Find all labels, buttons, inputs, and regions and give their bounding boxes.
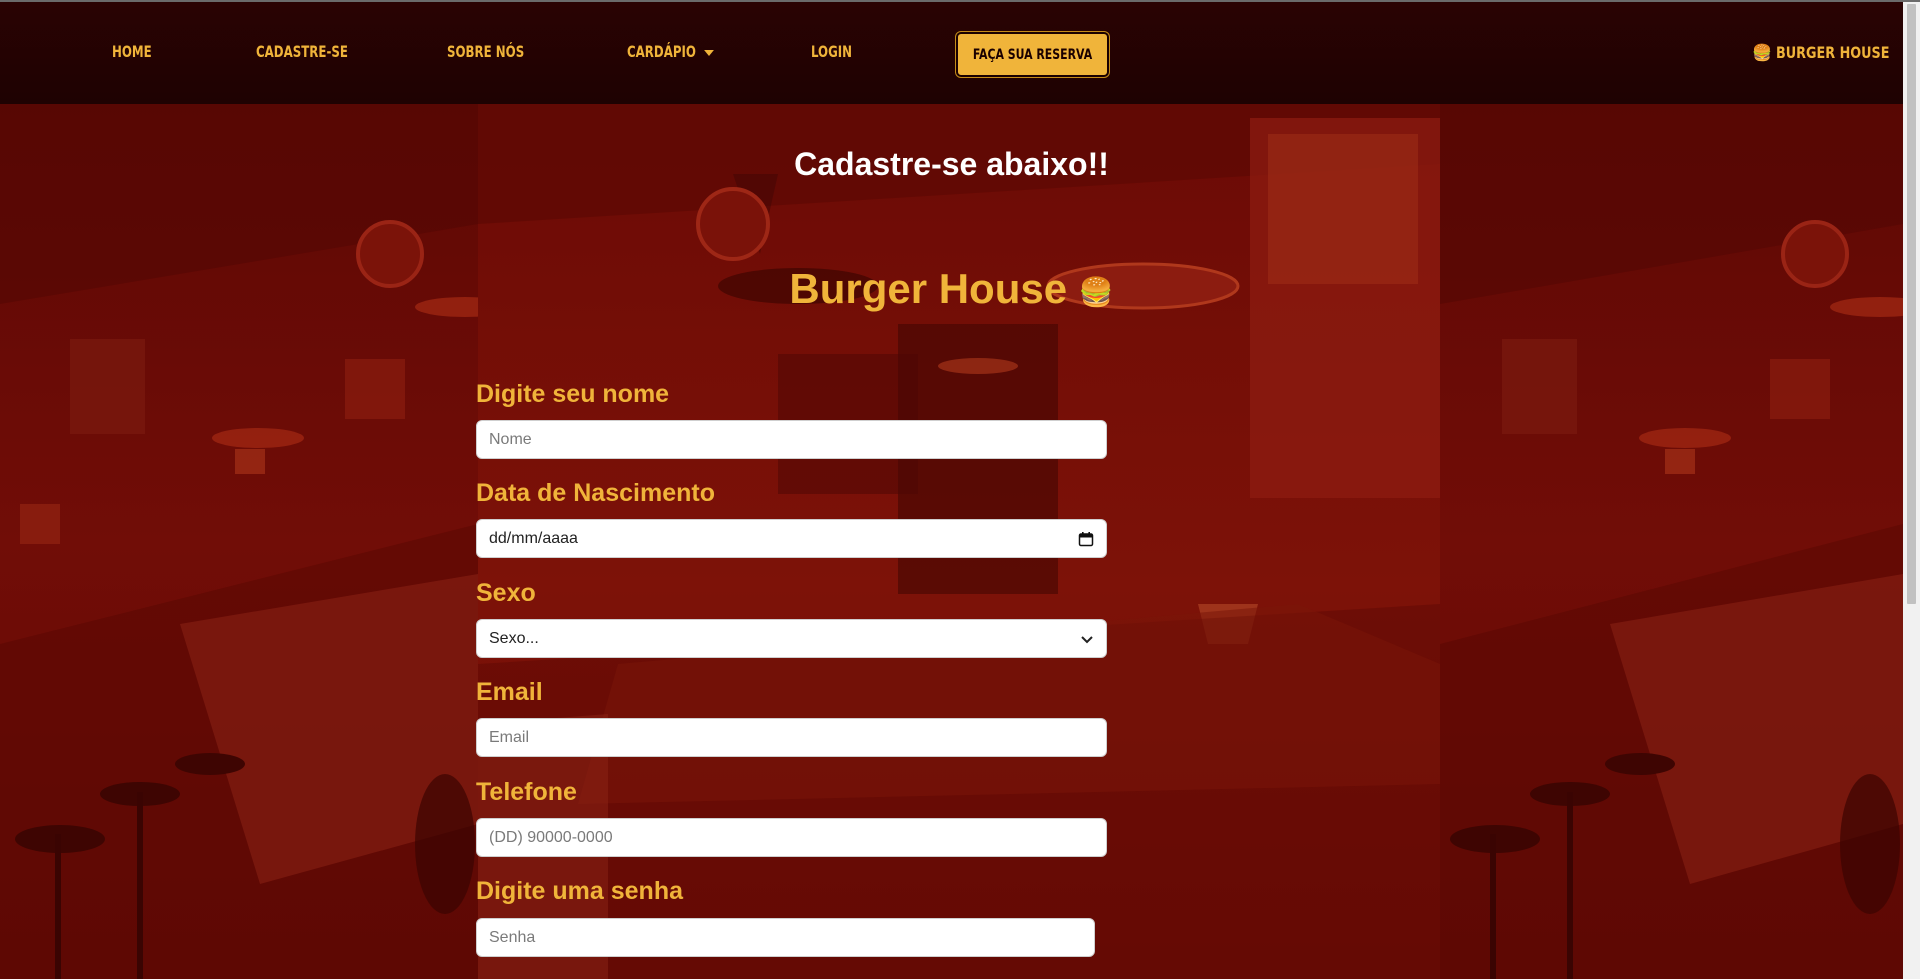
birth-date-label: Data de Nascimento: [476, 479, 715, 507]
navbar: Home Cadastre-se Sobre Nós Cardápio Logi…: [0, 2, 1903, 104]
name-placeholder: Nome: [489, 430, 532, 448]
form-title: Burger House 🍔: [0, 265, 1903, 313]
password-label: Digite uma senha: [476, 877, 683, 905]
burger-icon: 🍔: [1078, 276, 1114, 308]
form-title-text: Burger House: [789, 265, 1068, 312]
burger-icon: 🍔: [1752, 43, 1772, 62]
calendar-icon[interactable]: [1078, 531, 1094, 547]
caret-down-icon: [704, 49, 714, 56]
reserve-button[interactable]: Faça sua reserva: [956, 32, 1109, 77]
phone-input[interactable]: (DD) 90000-0000: [476, 818, 1107, 857]
nav-dropdown-cardapio-label: Cardápio: [627, 42, 696, 61]
scrollbar[interactable]: [1903, 2, 1920, 979]
email-label: Email: [476, 678, 543, 706]
nav-link-login[interactable]: Login: [811, 42, 852, 61]
password-input[interactable]: Senha: [476, 918, 1095, 957]
nav-link-cadastre-se[interactable]: Cadastre-se: [256, 42, 348, 61]
name-input[interactable]: Nome: [476, 420, 1107, 459]
sex-label: Sexo: [476, 579, 536, 607]
scrollbar-thumb[interactable]: [1907, 4, 1916, 604]
birth-date-input[interactable]: dd/mm/aaaa: [476, 519, 1107, 558]
nav-dropdown-cardapio[interactable]: Cardápio: [627, 42, 714, 61]
name-label: Digite seu nome: [476, 380, 670, 408]
sex-selected: Sexo...: [489, 629, 539, 647]
phone-label: Telefone: [476, 778, 577, 806]
password-placeholder: Senha: [489, 928, 536, 946]
background-panel-right: [1440, 104, 1903, 979]
birth-date-placeholder: dd/mm/aaaa: [489, 529, 578, 547]
brand-link[interactable]: 🍔 Burger House: [1752, 43, 1918, 62]
brand-label: Burger House: [1775, 43, 1890, 62]
phone-placeholder: (DD) 90000-0000: [489, 828, 613, 846]
email-placeholder: Email: [489, 728, 530, 746]
email-input[interactable]: Email: [476, 718, 1107, 757]
nav-link-home[interactable]: Home: [112, 42, 152, 61]
sex-select[interactable]: Sexo...: [476, 619, 1107, 658]
chevron-down-icon: [1081, 635, 1093, 643]
nav-link-sobre-nos[interactable]: Sobre Nós: [447, 42, 524, 61]
reserve-button-label: Faça sua reserva: [972, 46, 1093, 63]
background-panel-left: [0, 104, 478, 979]
page-heading: Cadastre-se abaixo!!: [794, 146, 1109, 182]
